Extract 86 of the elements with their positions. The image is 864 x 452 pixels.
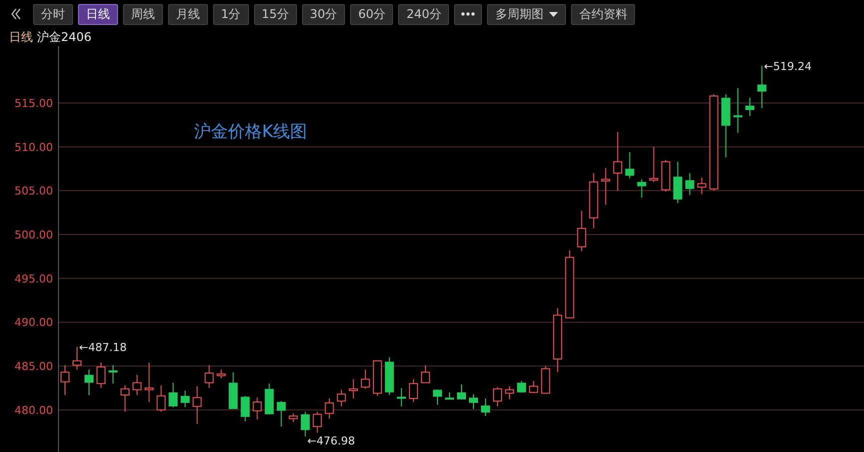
falling-candle [276,400,286,428]
rising-candle [577,210,586,252]
period-button[interactable]: 分时 [33,4,73,24]
rising-candle [192,386,202,424]
rising-candle [216,369,226,379]
rising-candle [288,412,298,423]
falling-candle [432,389,442,406]
falling-candle [637,178,646,198]
y-axis-label: 495.00 [14,272,53,286]
rising-candle [312,411,322,434]
falling-candle [745,97,754,117]
rising-candle [661,160,670,192]
rising-candle [360,369,370,390]
rising-candle [697,177,706,195]
falling-candle [264,383,274,415]
y-axis-label: 480.00 [14,404,53,417]
rising-candle [589,172,598,229]
rising-candle [505,386,514,400]
falling-candle [384,356,394,396]
rising-candle [601,167,610,206]
period-button[interactable]: 30分 [302,4,346,24]
falling-candle [469,394,478,410]
falling-candle [396,387,406,407]
rising-candle [529,380,538,394]
falling-candle [685,172,694,196]
y-axis-label: 490.00 [14,316,53,330]
rising-candle [324,398,334,420]
period-button[interactable]: 月线 [168,4,208,24]
chart-title: 沪金价格K线图 [194,121,308,143]
y-axis-label: 500.00 [14,228,53,242]
rising-candle [649,146,658,182]
contract-label: 沪金2406 [37,28,92,46]
chart-dropdown[interactable]: 多周期图 [487,4,566,24]
rising-candle [252,397,262,420]
falling-candle [757,65,766,109]
double-chevron-icon[interactable] [10,8,22,20]
falling-candle [444,392,454,400]
rising-candle [336,389,346,407]
falling-candle [300,411,310,437]
rising-candle [120,384,130,412]
period-button[interactable]: 日线 [78,4,118,24]
rising-candle [132,374,142,396]
falling-candle [625,152,634,179]
y-axis-label: 510.00 [14,140,53,154]
price-annotation: ←487.18 [79,340,127,354]
falling-candle [168,382,178,408]
rising-candle [541,366,550,394]
rising-candle [156,384,166,412]
falling-candle [517,380,526,393]
rising-candle [565,250,574,318]
rising-candle [372,360,382,396]
rising-candle [420,364,430,384]
period-label: 日线 [9,28,33,46]
y-axis-label: 485.00 [14,360,53,374]
rising-candle [493,386,502,407]
period-button[interactable]: 60分 [350,4,394,24]
more-icon [461,12,476,16]
caret-icon [549,12,558,16]
rising-candle [408,378,418,403]
falling-candle [228,372,238,410]
rising-candle [60,364,70,396]
falling-candle [481,398,490,417]
falling-candle [733,88,742,134]
falling-candle [673,161,682,204]
rising-candle [348,378,358,399]
period-button[interactable]: 合约资料 [571,4,636,24]
falling-candle [240,395,250,422]
period-button[interactable]: 1分 [213,4,249,24]
more-button[interactable] [454,4,482,24]
rising-candle [96,362,106,388]
price-annotation: ←519.24 [764,60,812,73]
period-button[interactable]: 15分 [254,4,297,24]
y-axis-label: 515.00 [14,97,53,110]
period-button[interactable]: 周线 [123,4,163,24]
falling-candle [180,390,190,408]
falling-candle [84,369,94,396]
falling-candle [721,94,730,158]
rising-candle [144,362,154,403]
rising-candle [553,308,562,373]
price-annotation: ←476.98 [307,434,356,448]
period-button[interactable]: 240分 [398,4,450,24]
falling-candle [108,364,118,384]
rising-candle [613,131,622,192]
rising-candle [204,364,214,388]
falling-candle [457,384,466,400]
y-axis-label: 505.00 [14,184,53,198]
